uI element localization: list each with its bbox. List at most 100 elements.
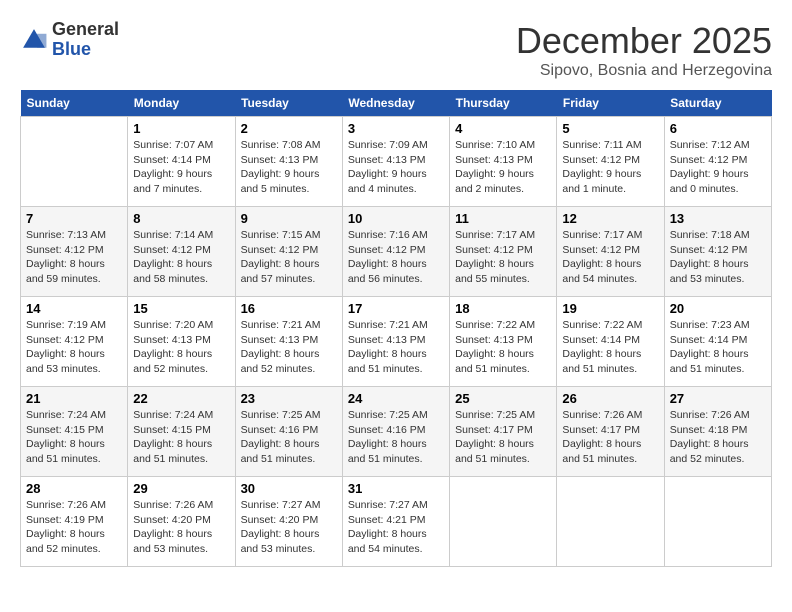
day-number: 11 xyxy=(455,211,551,226)
day-number: 16 xyxy=(241,301,337,316)
day-info: Sunrise: 7:25 AM Sunset: 4:16 PM Dayligh… xyxy=(348,408,444,467)
day-cell: 15Sunrise: 7:20 AM Sunset: 4:13 PM Dayli… xyxy=(128,297,235,387)
location-subtitle: Sipovo, Bosnia and Herzegovina xyxy=(516,62,772,80)
day-info: Sunrise: 7:12 AM Sunset: 4:12 PM Dayligh… xyxy=(670,138,766,197)
month-title: December 2025 xyxy=(516,20,772,62)
day-cell: 18Sunrise: 7:22 AM Sunset: 4:13 PM Dayli… xyxy=(450,297,557,387)
day-number: 12 xyxy=(562,211,658,226)
day-info: Sunrise: 7:21 AM Sunset: 4:13 PM Dayligh… xyxy=(241,318,337,377)
day-cell: 23Sunrise: 7:25 AM Sunset: 4:16 PM Dayli… xyxy=(235,387,342,477)
day-number: 10 xyxy=(348,211,444,226)
day-cell: 22Sunrise: 7:24 AM Sunset: 4:15 PM Dayli… xyxy=(128,387,235,477)
day-info: Sunrise: 7:08 AM Sunset: 4:13 PM Dayligh… xyxy=(241,138,337,197)
day-cell: 28 Sunrise: 7:26 AM Sunset: 4:19 PM Dayli… xyxy=(21,477,128,567)
day-cell: 30 Sunrise: 7:27 AM Sunset: 4:20 PM Dayli… xyxy=(235,477,342,567)
day-number: 23 xyxy=(241,391,337,406)
week-row-1: 1 Sunrise: 7:07 AM Sunset: 4:14 PM Daylig… xyxy=(21,117,772,207)
day-info: Sunrise: 7:26 AM Sunset: 4:17 PM Dayligh… xyxy=(562,408,658,467)
day-cell: 1 Sunrise: 7:07 AM Sunset: 4:14 PM Daylig… xyxy=(128,117,235,207)
weekday-header-monday: Monday xyxy=(128,90,235,117)
logo-blue: Blue xyxy=(52,39,91,59)
day-cell: 24 Sunrise: 7:25 AM Sunset: 4:16 PM Dayli… xyxy=(342,387,449,477)
day-info: Sunrise: 7:07 AM Sunset: 4:14 PM Dayligh… xyxy=(133,138,229,197)
day-cell: 25Sunrise: 7:25 AM Sunset: 4:17 PM Dayli… xyxy=(450,387,557,477)
day-number: 22 xyxy=(133,391,229,406)
day-info: Sunrise: 7:27 AM Sunset: 4:20 PM Dayligh… xyxy=(241,498,337,557)
weekday-header-tuesday: Tuesday xyxy=(235,90,342,117)
logo-general: General xyxy=(52,19,119,39)
day-number: 29 xyxy=(133,481,229,496)
day-cell: 7Sunrise: 7:13 AM Sunset: 4:12 PM Daylig… xyxy=(21,207,128,297)
day-number: 8 xyxy=(133,211,229,226)
day-number: 9 xyxy=(241,211,337,226)
page-header: General Blue December 2025 Sipovo, Bosni… xyxy=(20,20,772,80)
day-cell: 19 Sunrise: 7:22 AM Sunset: 4:14 PM Dayli… xyxy=(557,297,664,387)
day-info: Sunrise: 7:20 AM Sunset: 4:13 PM Dayligh… xyxy=(133,318,229,377)
day-number: 3 xyxy=(348,121,444,136)
day-info: Sunrise: 7:19 AM Sunset: 4:12 PM Dayligh… xyxy=(26,318,122,377)
logo-icon xyxy=(20,26,48,54)
day-cell: 21Sunrise: 7:24 AM Sunset: 4:15 PM Dayli… xyxy=(21,387,128,477)
day-number: 30 xyxy=(241,481,337,496)
day-cell: 27 Sunrise: 7:26 AM Sunset: 4:18 PM Dayli… xyxy=(664,387,771,477)
day-info: Sunrise: 7:17 AM Sunset: 4:12 PM Dayligh… xyxy=(562,228,658,287)
day-info: Sunrise: 7:26 AM Sunset: 4:18 PM Dayligh… xyxy=(670,408,766,467)
day-cell: 29 Sunrise: 7:26 AM Sunset: 4:20 PM Dayli… xyxy=(128,477,235,567)
day-info: Sunrise: 7:22 AM Sunset: 4:14 PM Dayligh… xyxy=(562,318,658,377)
day-info: Sunrise: 7:09 AM Sunset: 4:13 PM Dayligh… xyxy=(348,138,444,197)
day-number: 14 xyxy=(26,301,122,316)
weekday-header-row: SundayMondayTuesdayWednesdayThursdayFrid… xyxy=(21,90,772,117)
week-row-3: 14 Sunrise: 7:19 AM Sunset: 4:12 PM Dayli… xyxy=(21,297,772,387)
day-number: 2 xyxy=(241,121,337,136)
day-cell: 10 Sunrise: 7:16 AM Sunset: 4:12 PM Dayli… xyxy=(342,207,449,297)
title-block: December 2025 Sipovo, Bosnia and Herzego… xyxy=(516,20,772,80)
day-cell: 16 Sunrise: 7:21 AM Sunset: 4:13 PM Dayli… xyxy=(235,297,342,387)
day-cell: 3 Sunrise: 7:09 AM Sunset: 4:13 PM Daylig… xyxy=(342,117,449,207)
day-number: 27 xyxy=(670,391,766,406)
weekday-header-sunday: Sunday xyxy=(21,90,128,117)
day-cell: 14 Sunrise: 7:19 AM Sunset: 4:12 PM Dayli… xyxy=(21,297,128,387)
day-cell: 13Sunrise: 7:18 AM Sunset: 4:12 PM Dayli… xyxy=(664,207,771,297)
day-number: 20 xyxy=(670,301,766,316)
day-number: 24 xyxy=(348,391,444,406)
weekday-header-thursday: Thursday xyxy=(450,90,557,117)
day-number: 19 xyxy=(562,301,658,316)
day-cell: 26 Sunrise: 7:26 AM Sunset: 4:17 PM Dayli… xyxy=(557,387,664,477)
day-number: 28 xyxy=(26,481,122,496)
day-info: Sunrise: 7:16 AM Sunset: 4:12 PM Dayligh… xyxy=(348,228,444,287)
day-cell: 17Sunrise: 7:21 AM Sunset: 4:13 PM Dayli… xyxy=(342,297,449,387)
day-cell xyxy=(21,117,128,207)
day-number: 17 xyxy=(348,301,444,316)
day-info: Sunrise: 7:10 AM Sunset: 4:13 PM Dayligh… xyxy=(455,138,551,197)
day-info: Sunrise: 7:27 AM Sunset: 4:21 PM Dayligh… xyxy=(348,498,444,557)
day-info: Sunrise: 7:25 AM Sunset: 4:17 PM Dayligh… xyxy=(455,408,551,467)
day-cell: 4Sunrise: 7:10 AM Sunset: 4:13 PM Daylig… xyxy=(450,117,557,207)
week-row-5: 28 Sunrise: 7:26 AM Sunset: 4:19 PM Dayli… xyxy=(21,477,772,567)
day-number: 26 xyxy=(562,391,658,406)
weekday-header-wednesday: Wednesday xyxy=(342,90,449,117)
day-cell: 2 Sunrise: 7:08 AM Sunset: 4:13 PM Daylig… xyxy=(235,117,342,207)
weekday-header-friday: Friday xyxy=(557,90,664,117)
day-info: Sunrise: 7:18 AM Sunset: 4:12 PM Dayligh… xyxy=(670,228,766,287)
day-cell: 31 Sunrise: 7:27 AM Sunset: 4:21 PM Dayli… xyxy=(342,477,449,567)
day-info: Sunrise: 7:13 AM Sunset: 4:12 PM Dayligh… xyxy=(26,228,122,287)
day-cell xyxy=(557,477,664,567)
day-info: Sunrise: 7:14 AM Sunset: 4:12 PM Dayligh… xyxy=(133,228,229,287)
day-info: Sunrise: 7:26 AM Sunset: 4:19 PM Dayligh… xyxy=(26,498,122,557)
day-info: Sunrise: 7:15 AM Sunset: 4:12 PM Dayligh… xyxy=(241,228,337,287)
day-number: 18 xyxy=(455,301,551,316)
logo-text: General Blue xyxy=(52,20,119,60)
day-info: Sunrise: 7:26 AM Sunset: 4:20 PM Dayligh… xyxy=(133,498,229,557)
day-cell xyxy=(664,477,771,567)
day-cell xyxy=(450,477,557,567)
day-number: 1 xyxy=(133,121,229,136)
logo: General Blue xyxy=(20,20,119,60)
day-number: 31 xyxy=(348,481,444,496)
day-cell: 9 Sunrise: 7:15 AM Sunset: 4:12 PM Daylig… xyxy=(235,207,342,297)
day-cell: 8 Sunrise: 7:14 AM Sunset: 4:12 PM Daylig… xyxy=(128,207,235,297)
day-info: Sunrise: 7:11 AM Sunset: 4:12 PM Dayligh… xyxy=(562,138,658,197)
day-cell: 12 Sunrise: 7:17 AM Sunset: 4:12 PM Dayli… xyxy=(557,207,664,297)
calendar-table: SundayMondayTuesdayWednesdayThursdayFrid… xyxy=(20,90,772,567)
weekday-header-saturday: Saturday xyxy=(664,90,771,117)
week-row-2: 7Sunrise: 7:13 AM Sunset: 4:12 PM Daylig… xyxy=(21,207,772,297)
